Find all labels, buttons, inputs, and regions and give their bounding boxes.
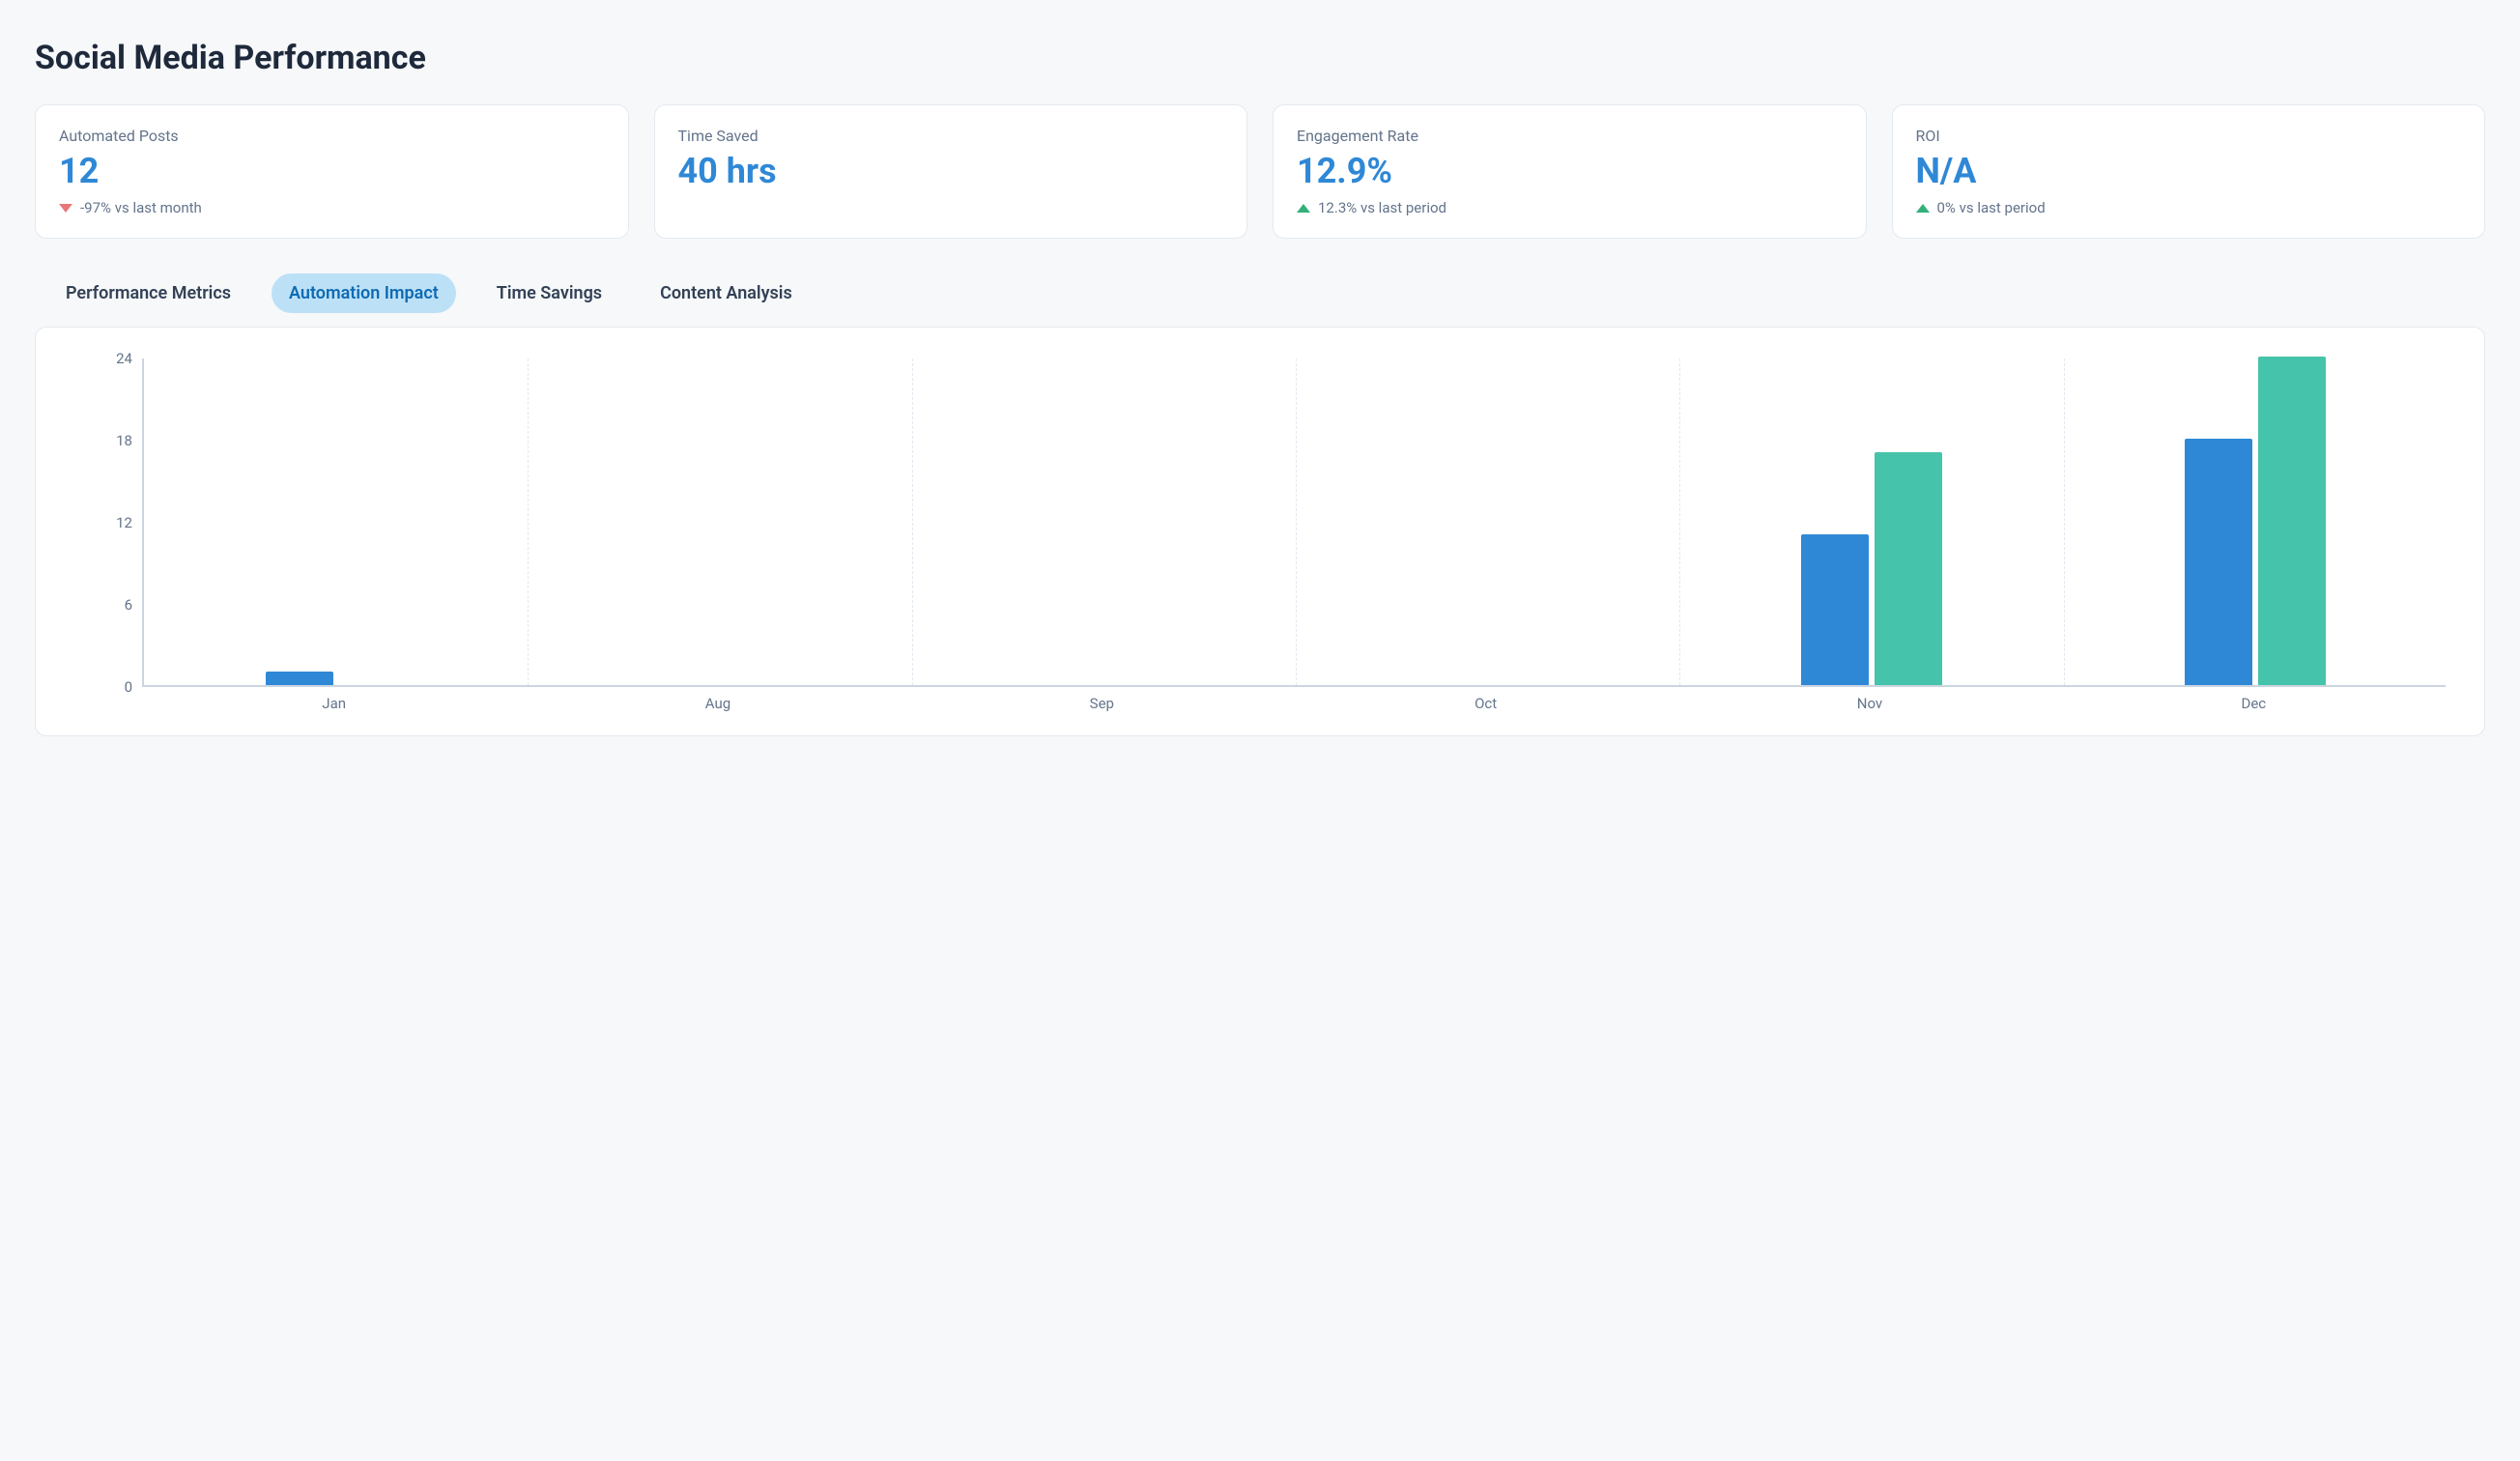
kpi-label: ROI	[1916, 127, 2462, 145]
tab-performance-metrics[interactable]: Performance Metrics	[48, 273, 248, 313]
chart-gridline	[1679, 358, 1680, 685]
kpi-card-roi: ROI N/A 0% vs last period	[1892, 104, 2486, 239]
chart-y-tick: 18	[103, 432, 132, 449]
kpi-card-engagement-rate: Engagement Rate 12.9% 12.3% vs last peri…	[1273, 104, 1867, 239]
kpi-value: 12	[59, 151, 605, 191]
chart-y-tick: 6	[103, 596, 132, 614]
kpi-delta-text: -97% vs last month	[80, 199, 202, 216]
chart-card: 0 6 12 18 24 Jan Aug Sep Oct Nov Dec	[35, 327, 2485, 736]
kpi-value: N/A	[1916, 151, 2462, 191]
kpi-card-automated-posts: Automated Posts 12 -97% vs last month	[35, 104, 629, 239]
trend-up-icon	[1297, 204, 1310, 213]
kpi-card-time-saved: Time Saved 40 hrs	[654, 104, 1248, 239]
chart-x-tick: Jan	[322, 695, 346, 712]
kpi-label: Engagement Rate	[1297, 127, 1843, 145]
tabs: Performance Metrics Automation Impact Ti…	[35, 273, 2485, 313]
page-title: Social Media Performance	[35, 39, 2485, 77]
tab-time-savings[interactable]: Time Savings	[479, 273, 619, 313]
automation-impact-chart: 0 6 12 18 24 Jan Aug Sep Oct Nov Dec	[65, 349, 2455, 716]
kpi-delta-text: 12.3% vs last period	[1318, 199, 1446, 216]
kpi-delta: 12.3% vs last period	[1297, 199, 1843, 216]
chart-bar	[1801, 534, 1869, 685]
chart-x-tick: Aug	[705, 695, 730, 712]
chart-y-tick: 12	[103, 514, 132, 531]
chart-gridline	[1296, 358, 1297, 685]
chart-bar	[1875, 452, 1942, 685]
chart-x-tick: Sep	[1090, 695, 1114, 712]
chart-gridline	[912, 358, 913, 685]
chart-x-tick: Dec	[2242, 695, 2267, 712]
kpi-delta: -97% vs last month	[59, 199, 605, 216]
kpi-delta-text: 0% vs last period	[1937, 199, 2046, 216]
chart-gridline	[528, 358, 529, 685]
chart-x-tick: Nov	[1857, 695, 1882, 712]
kpi-delta: 0% vs last period	[1916, 199, 2462, 216]
kpi-label: Time Saved	[678, 127, 1224, 145]
tab-automation-impact[interactable]: Automation Impact	[272, 273, 456, 313]
chart-gridline	[2064, 358, 2065, 685]
trend-up-icon	[1916, 204, 1930, 213]
kpi-value: 12.9%	[1297, 151, 1843, 191]
kpi-label: Automated Posts	[59, 127, 605, 145]
chart-bar	[266, 672, 333, 685]
chart-x-tick: Oct	[1475, 695, 1497, 712]
chart-bar	[2185, 439, 2252, 685]
chart-y-tick: 24	[103, 350, 132, 367]
chart-y-tick: 0	[103, 678, 132, 696]
kpi-value: 40 hrs	[678, 151, 1224, 191]
tab-content-analysis[interactable]: Content Analysis	[643, 273, 810, 313]
trend-down-icon	[59, 204, 72, 213]
chart-bar	[2258, 357, 2326, 685]
kpi-row: Automated Posts 12 -97% vs last month Ti…	[35, 104, 2485, 239]
